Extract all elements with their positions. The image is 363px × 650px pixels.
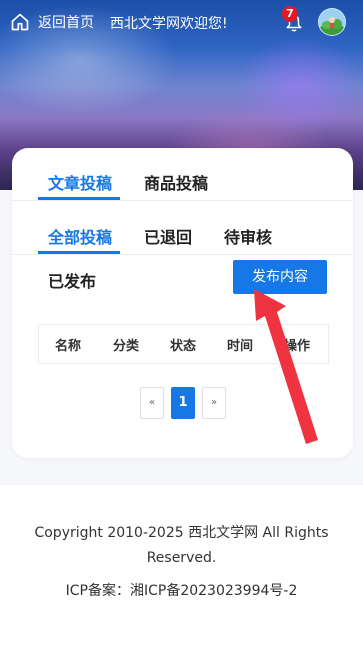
tab-product-submission[interactable]: 商品投稿 xyxy=(144,170,208,194)
filter-returned[interactable]: 已退回 xyxy=(144,224,192,248)
filter-divider xyxy=(12,254,353,255)
submission-card: 文章投稿 商品投稿 全部投稿 已退回 待审核 已发布 发布内容 名称 分类 状态… xyxy=(12,148,353,458)
tab-divider xyxy=(12,200,353,201)
pagination-next[interactable]: » xyxy=(202,387,226,419)
tab-article-submission[interactable]: 文章投稿 xyxy=(48,170,112,194)
home-icon xyxy=(11,13,29,31)
filter-all[interactable]: 全部投稿 xyxy=(48,224,112,248)
filter-pending[interactable]: 待审核 xyxy=(224,224,272,248)
column-status: 状态 xyxy=(170,339,197,354)
pagination-prev[interactable]: « xyxy=(140,387,164,419)
home-link[interactable]: 返回首页 xyxy=(10,12,94,32)
pagination-page-1[interactable]: 1 xyxy=(171,387,195,419)
avatar[interactable] xyxy=(318,8,346,36)
welcome-text: 西北文学网欢迎您! xyxy=(110,16,228,32)
column-category: 分类 xyxy=(113,339,140,354)
top-bar: 返回首页 西北文学网欢迎您! 7 xyxy=(0,0,363,46)
filter-published[interactable]: 已发布 xyxy=(48,268,96,292)
table-header: 名称 分类 状态 时间 操作 xyxy=(38,324,329,364)
footer-copyright: Copyright 2010-2025 西北文学网 All Rights xyxy=(34,525,329,541)
footer-icp: ICP备案：湘ICP备2023023994号-2 xyxy=(65,583,298,599)
home-label: 返回首页 xyxy=(38,15,94,31)
notification-badge: 7 xyxy=(282,6,298,22)
column-actions: 操作 xyxy=(284,339,311,354)
publish-content-button[interactable]: 发布内容 xyxy=(233,260,327,294)
column-time: 时间 xyxy=(227,339,254,354)
column-name: 名称 xyxy=(55,339,82,354)
avatar-image xyxy=(319,9,345,35)
footer-copyright-reserved: Reserved. xyxy=(146,550,217,566)
footer: Copyright 2010-2025 西北文学网 All Rights Res… xyxy=(0,485,363,650)
